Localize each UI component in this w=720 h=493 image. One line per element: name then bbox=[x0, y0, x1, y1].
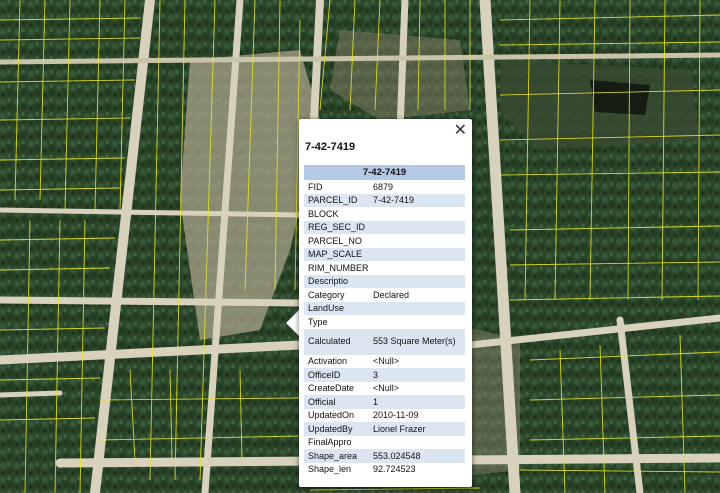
attribute-table-title: 7-42-7419 bbox=[304, 165, 465, 180]
attribute-key: Activation bbox=[308, 356, 348, 366]
popup-pointer bbox=[286, 309, 300, 337]
attribute-value: Declared bbox=[373, 289, 410, 300]
attribute-row: FinalAppro bbox=[304, 436, 465, 450]
attribute-value: 553 Square Meter(s) bbox=[369, 328, 465, 355]
attribute-value bbox=[369, 315, 465, 329]
attribute-row: Category Declared bbox=[304, 288, 465, 302]
attribute-table: FID 6879 PARCEL_ID 7-42-7419 BLOCK REG_SEC_ID… bbox=[304, 180, 465, 476]
attribute-value: Lionel Frazer bbox=[369, 422, 465, 436]
attribute-row: RIM_NUMBER bbox=[304, 261, 465, 275]
attribute-key: Calculated bbox=[304, 328, 369, 355]
attribute-key: Official bbox=[304, 395, 369, 409]
attribute-value bbox=[369, 220, 465, 234]
feature-info-popup: ✕ 7-42-7419 7-42-7419 FID 6879 PARCEL_ID 7-… bbox=[299, 119, 472, 487]
attribute-row: Official 1 bbox=[304, 395, 465, 409]
attribute-value bbox=[369, 301, 465, 315]
attribute-key: BLOCK bbox=[308, 208, 339, 219]
attribute-value: 2010-11-09 bbox=[373, 410, 419, 420]
attribute-key: PARCEL_NO bbox=[308, 235, 362, 246]
popup-title: 7-42-7419 bbox=[305, 141, 356, 153]
attribute-key: Shape_area bbox=[304, 449, 369, 463]
attribute-value bbox=[369, 436, 465, 450]
attribute-row: OfficeID 3 bbox=[304, 368, 465, 382]
attribute-key: RIM_NUMBER bbox=[308, 262, 369, 273]
attribute-key: FinalAppro bbox=[308, 437, 352, 447]
attribute-key: Type bbox=[308, 316, 328, 327]
attribute-key: UpdatedBy bbox=[304, 422, 369, 436]
attribute-key: Shape_len bbox=[308, 464, 352, 474]
attribute-row: LandUse bbox=[304, 301, 465, 315]
attribute-row: Calculated 553 Square Meter(s) bbox=[304, 328, 465, 355]
attribute-value: 92.724523 bbox=[373, 464, 416, 474]
attribute-value bbox=[369, 207, 465, 221]
attribute-value bbox=[369, 274, 465, 288]
attribute-row: CreateDate <Null> bbox=[304, 382, 465, 396]
attribute-key: PARCEL_ID bbox=[304, 193, 369, 207]
attribute-key: Category bbox=[308, 289, 345, 300]
attribute-row: Activation <Null> bbox=[304, 355, 465, 369]
attribute-value: 7-42-7419 bbox=[369, 193, 465, 207]
attribute-row: PARCEL_NO bbox=[304, 234, 465, 248]
attribute-value: 6879 bbox=[373, 181, 394, 192]
attribute-key: REG_SEC_ID bbox=[304, 220, 369, 234]
attribute-row: UpdatedBy Lionel Frazer bbox=[304, 422, 465, 436]
attribute-row: PARCEL_ID 7-42-7419 bbox=[304, 193, 465, 207]
attribute-row: MAP_SCALE bbox=[304, 247, 465, 261]
attribute-value: <Null> bbox=[373, 383, 400, 393]
attribute-key: UpdatedOn bbox=[308, 410, 355, 420]
attribute-row: Type bbox=[304, 315, 465, 329]
attribute-value: 3 bbox=[369, 368, 465, 382]
attribute-key: CreateDate bbox=[308, 383, 355, 393]
attribute-value: 1 bbox=[369, 395, 465, 409]
attribute-row: Descriptio bbox=[304, 274, 465, 288]
close-icon[interactable]: ✕ bbox=[454, 121, 467, 139]
attribute-key: OfficeID bbox=[304, 368, 369, 382]
attribute-row: Shape_len 92.724523 bbox=[304, 463, 465, 477]
attribute-row: Shape_area 553.024548 bbox=[304, 449, 465, 463]
attribute-value: 553.024548 bbox=[369, 449, 465, 463]
attribute-value bbox=[369, 234, 465, 248]
attribute-table-container: 7-42-7419 FID 6879 PARCEL_ID 7-42-7419 BLOCK… bbox=[304, 165, 465, 476]
attribute-value: <Null> bbox=[373, 356, 400, 366]
attribute-row: FID 6879 bbox=[304, 180, 465, 194]
attribute-value bbox=[369, 261, 465, 275]
attribute-row: UpdatedOn 2010-11-09 bbox=[304, 409, 465, 423]
attribute-row: BLOCK bbox=[304, 207, 465, 221]
attribute-key: FID bbox=[308, 181, 323, 192]
attribute-key: MAP_SCALE bbox=[304, 247, 369, 261]
attribute-key: LandUse bbox=[304, 301, 369, 315]
attribute-key: Descriptio bbox=[304, 274, 369, 288]
attribute-value bbox=[369, 247, 465, 261]
attribute-row: REG_SEC_ID bbox=[304, 220, 465, 234]
